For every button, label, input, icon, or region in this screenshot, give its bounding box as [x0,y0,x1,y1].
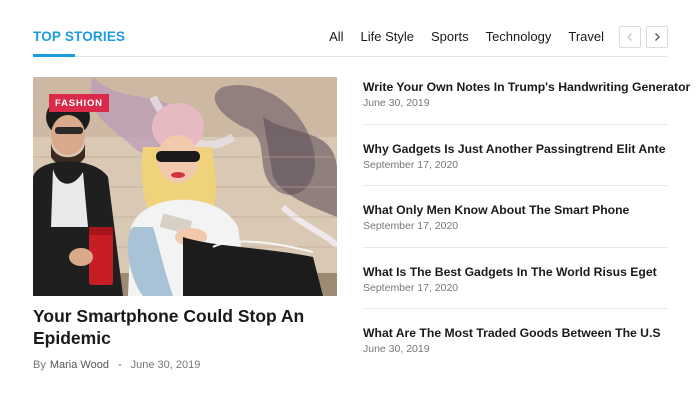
byline-prefix: By [33,359,46,371]
section-title-underline [33,54,75,57]
story-title[interactable]: Write Your Own Notes In Trump's Handwrit… [363,79,690,95]
next-button[interactable] [646,26,668,48]
list-item: Why Gadgets Is Just Another Passingtrend… [363,125,668,186]
story-list: Write Your Own Notes In Trump's Handwrit… [363,63,690,371]
featured-story: FASHION Your Smartphone Could Stop An Ep… [33,77,337,371]
featured-meta: By Maria Wood - June 30, 2019 [33,359,337,371]
tab-all[interactable]: All [329,29,343,44]
author-link[interactable]: Maria Wood [50,359,109,371]
featured-image[interactable]: FASHION [33,77,337,296]
featured-date: June 30, 2019 [130,359,201,371]
tab-technology[interactable]: Technology [486,29,552,44]
section-header: TOP STORIES All Life Style Sports Techno… [33,0,668,57]
story-date: June 30, 2019 [363,97,430,109]
category-badge[interactable]: FASHION [49,94,109,112]
story-date: September 17, 2020 [363,158,459,171]
story-title[interactable]: Why Gadgets Is Just Another Passingtrend… [363,141,668,157]
meta-separator: - [117,359,122,371]
featured-title[interactable]: Your Smartphone Could Stop An Epidemic [33,305,337,349]
tab-sports[interactable]: Sports [431,29,469,44]
story-title[interactable]: What Is The Best Gadgets In The World Ri… [363,264,668,280]
story-title[interactable]: What Only Men Know About The Smart Phone [363,202,668,218]
list-item: Write Your Own Notes In Trump's Handwrit… [363,63,690,125]
story-date: September 17, 2020 [363,281,459,294]
chevron-left-icon [627,33,632,41]
story-title[interactable]: What Are The Most Traded Goods Between T… [363,325,668,341]
prev-button[interactable] [619,26,641,48]
section-title: TOP STORIES [33,29,126,44]
tab-travel[interactable]: Travel [568,29,604,44]
tab-life-style[interactable]: Life Style [361,29,414,44]
list-item: What Only Men Know About The Smart Phone… [363,186,668,248]
list-item: What Are The Most Traded Goods Between T… [363,309,668,371]
category-tabs: All Life Style Sports Technology Travel [329,29,604,44]
list-item: What Is The Best Gadgets In The World Ri… [363,248,668,309]
chevron-right-icon [655,33,660,41]
story-date: June 30, 2019 [363,343,430,355]
story-date: September 17, 2020 [363,220,459,232]
